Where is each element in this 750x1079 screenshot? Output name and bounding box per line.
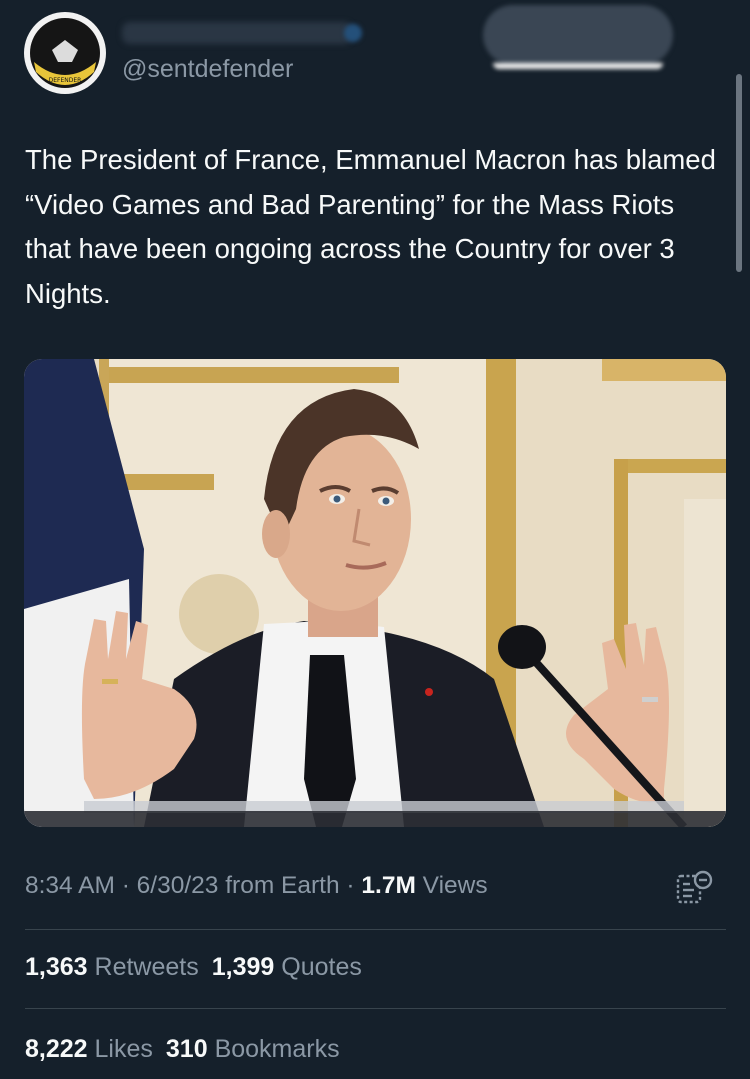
retweets-count: 1,363 (25, 953, 88, 981)
meta-separator: · (339, 872, 362, 899)
verified-badge-icon (344, 24, 362, 42)
analytics-icon[interactable] (674, 868, 714, 908)
svg-text:· DEFENDER ·: · DEFENDER · (45, 77, 85, 84)
meta-separator: · (114, 872, 137, 899)
photo-speaker-at-podium (24, 359, 726, 827)
retweets-label: Retweets (94, 953, 199, 981)
views-label: Views (415, 872, 488, 899)
likes-bookmarks-stats: 8,222 Likes 310 Bookmarks (25, 1035, 340, 1064)
author-display-name-blurred (122, 22, 352, 44)
divider (25, 929, 726, 930)
bookmarks-label: Bookmarks (214, 1035, 340, 1063)
likes-label: Likes (94, 1035, 153, 1063)
bookmarks-stat[interactable]: 310 Bookmarks (166, 1035, 340, 1063)
retweet-quote-stats: 1,363 Retweets 1,399 Quotes (25, 953, 362, 982)
tweet-photo[interactable] (24, 359, 726, 827)
shield-logo-icon: · DEFENDER · (22, 10, 108, 96)
author-handle[interactable]: @sentdefender (122, 55, 293, 84)
tweet-source: from Earth (218, 872, 340, 899)
tweet-time[interactable]: 8:34 AM (25, 872, 115, 899)
quotes-stat[interactable]: 1,399 Quotes (212, 953, 362, 981)
tweet-date[interactable]: 6/30/23 (137, 872, 219, 899)
quotes-label: Quotes (281, 953, 362, 981)
likes-stat[interactable]: 8,222 Likes (25, 1035, 153, 1063)
views-count: 1.7M (361, 872, 416, 899)
view-analytics-icon (676, 870, 713, 904)
follow-button-edge (493, 63, 663, 69)
scrollbar[interactable] (736, 74, 742, 272)
tweet-meta: 8:34 AM · 6/30/23 from Earth · 1.7M View… (25, 872, 488, 900)
bookmarks-count: 310 (165, 1035, 208, 1063)
tweet-header: · DEFENDER · @sentdefender (0, 0, 750, 110)
likes-count: 8,222 (25, 1035, 88, 1063)
retweets-stat[interactable]: 1,363 Retweets (25, 953, 199, 981)
tweet-text: The President of France, Emmanuel Macron… (25, 144, 716, 309)
quotes-count: 1,399 (211, 953, 275, 981)
follow-button[interactable] (483, 5, 673, 69)
author-avatar[interactable]: · DEFENDER · (22, 10, 108, 96)
divider (25, 1008, 726, 1009)
